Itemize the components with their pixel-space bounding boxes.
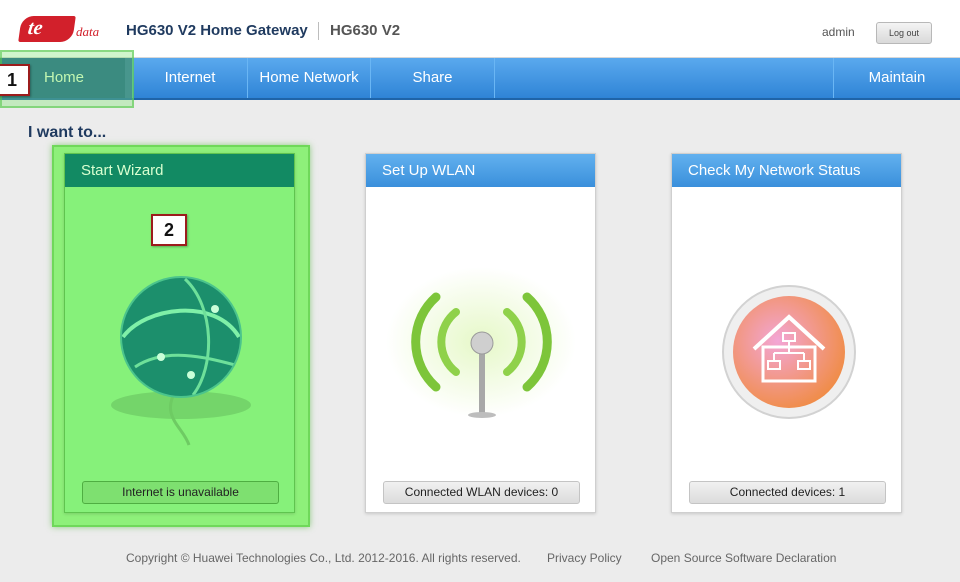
model-name: HG630 V2 [330,22,401,39]
nav-item-home-network[interactable]: Home Network [248,58,371,98]
brand-logo: te data [18,16,104,44]
main-nav: Home Internet Home Network Share Maintai… [0,58,960,100]
title-divider [318,22,319,40]
nav-item-internet[interactable]: Internet [133,58,248,98]
page-title: HG630 V2 Home Gateway [126,22,308,39]
logo-badge: te [18,16,76,42]
step-marker-2: 2 [151,214,187,246]
logo-sub: data [76,24,100,39]
nav-item-maintain[interactable]: Maintain [833,58,960,98]
card-title: Set Up WLAN [366,154,595,187]
card-network-status[interactable]: Check My Network Status Connected device… [671,153,902,513]
oss-declaration-link[interactable]: Open Source Software Declaration [651,551,836,565]
privacy-policy-link[interactable]: Privacy Policy [547,551,622,565]
wifi-antenna-icon [366,187,595,477]
header-bar: te data HG630 V2 Home Gateway HG630 V2 a… [0,0,960,58]
copyright-text: Copyright © Huawei Technologies Co., Ltd… [126,551,521,565]
card-title: Check My Network Status [672,154,901,187]
logout-button[interactable]: Log out [876,22,932,44]
nav-item-share[interactable]: Share [371,58,495,98]
section-heading: I want to... [28,124,107,141]
card-title: Start Wizard [65,154,294,187]
internet-status: Internet is unavailable [82,481,279,504]
step-marker-1: 1 [0,64,30,96]
nav-item-home-label: Home [44,69,85,86]
home-network-icon [672,187,901,477]
card-setup-wlan[interactable]: Set Up WLAN Connected WLAN devices: 0 [365,153,596,513]
card-start-wizard[interactable]: Start Wizard 2 Internet is unavailable [64,153,295,513]
username-label: admin [822,25,855,39]
connected-devices-status: Connected devices: 1 [689,481,886,504]
wlan-devices-status: Connected WLAN devices: 0 [383,481,580,504]
